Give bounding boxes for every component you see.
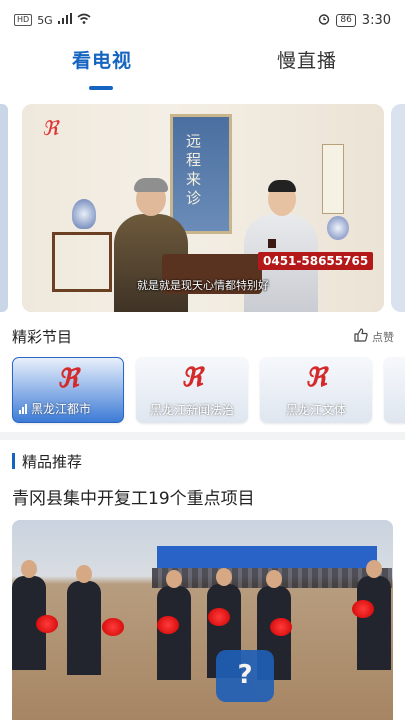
video-subtitle: 就是就是现天心情都特别好: [137, 279, 269, 292]
channel-card-name: 黑龙江都市: [31, 402, 92, 416]
carousel-next-peek[interactable]: [391, 104, 405, 312]
help-watermark-icon: ?: [216, 650, 274, 702]
red-flower: [157, 616, 179, 634]
channel-card-next-peek[interactable]: [384, 357, 405, 423]
channel-card-logo: ℜ: [181, 363, 203, 393]
red-flower: [270, 618, 292, 636]
wifi-icon: [77, 13, 91, 27]
channel-list: ℜ 黑龙江都市 ℜ 黑龙江新闻法治 ℜ 黑龙江文体: [12, 357, 405, 423]
featured-title: 精品推荐: [22, 453, 83, 471]
like-label: 点赞: [372, 330, 394, 344]
red-flower: [352, 600, 374, 618]
channel-card-dushi[interactable]: ℜ 黑龙江都市: [12, 357, 124, 423]
phone-caption-top: [268, 239, 276, 248]
person-figure: [12, 560, 46, 670]
top-tabs: 看电视 慢直播: [0, 46, 405, 96]
like-button[interactable]: 点赞: [354, 328, 394, 345]
status-left: HD 5G: [14, 13, 91, 27]
hotline-number: 0451-58655765: [258, 252, 374, 270]
event-banner: [157, 546, 377, 568]
channel-card-news-law[interactable]: ℜ 黑龙江新闻法治: [136, 357, 248, 423]
red-flower: [102, 618, 124, 636]
live-video-player[interactable]: 远程来诊 ℜ 0451-58655765 就是就是现天心情都特别好: [22, 104, 384, 312]
programs-header: 精彩节目 点赞: [12, 324, 396, 348]
channel-card-name: 黑龙江文体: [285, 403, 346, 417]
status-bar: HD 5G 86 3:30: [0, 0, 405, 40]
news-thumbnail[interactable]: [12, 520, 393, 720]
status-time: 3:30: [361, 12, 391, 28]
featured-accent-bar: [12, 453, 15, 469]
person-figure: [67, 565, 101, 675]
section-divider: [0, 432, 405, 440]
red-flower: [208, 608, 230, 626]
network-indicator: 5G: [37, 13, 53, 27]
channel-card-logo: ℜ: [57, 364, 79, 394]
programs-title: 精彩节目: [12, 328, 73, 346]
channel-card-sports[interactable]: ℜ 黑龙江文体: [260, 357, 372, 423]
hd-badge: HD: [14, 14, 33, 26]
tab-slow-live[interactable]: 慢直播: [277, 46, 337, 73]
active-tab-indicator: [89, 86, 113, 90]
channel-card-logo: ℜ: [305, 363, 327, 393]
channel-card-name: 黑龙江新闻法治: [149, 403, 234, 417]
alarm-icon: [318, 13, 330, 28]
vase-decoration-right: [327, 216, 349, 240]
news-headline[interactable]: 青冈县集中开复工19个重点项目: [12, 484, 255, 509]
battery-level: 86: [336, 13, 356, 27]
signal-icon: [57, 13, 72, 27]
tab-watch-tv[interactable]: 看电视: [72, 46, 132, 73]
status-right: 86 3:30: [318, 13, 391, 28]
thumbs-up-icon: [354, 328, 368, 345]
vase-decoration: [72, 199, 96, 229]
channel-logo: ℜ: [42, 116, 59, 140]
red-flower: [36, 615, 58, 633]
studio-scroll-right: [322, 144, 344, 214]
carousel-prev-peek[interactable]: [0, 104, 8, 312]
